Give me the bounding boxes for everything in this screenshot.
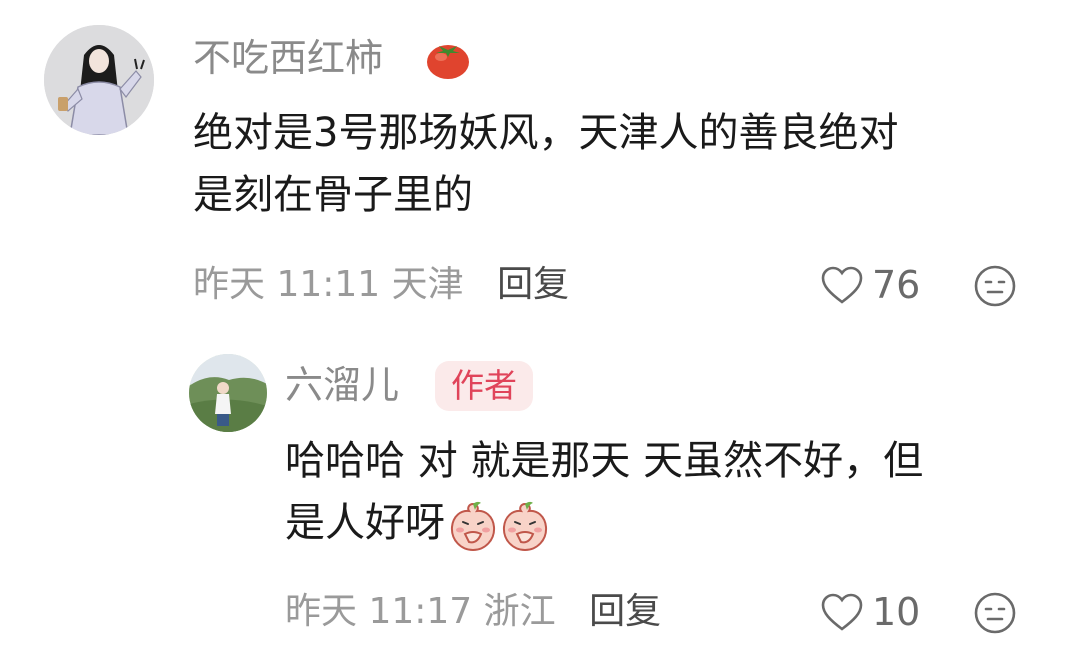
avatar-photo [189,354,267,432]
comment-text-line: 是人好呀 [285,492,1025,556]
like-count: 76 [872,263,921,307]
avatar[interactable] [189,354,267,432]
comment-meta: 昨天 11:11 天津 回复 [193,262,569,308]
avatar-girl-illustration [44,25,154,135]
username-text: 六溜儿 [285,363,400,407]
comment-text: 哈哈哈 对 就是那天 天虽然不好，但 是人好呀 [285,430,1025,556]
comment-text-line: 哈哈哈 对 就是那天 天虽然不好，但 [285,438,924,484]
heart-icon [821,266,863,304]
reply-button[interactable]: 回复 [589,591,661,632]
comment-item: 六溜儿 作者 哈哈哈 对 就是那天 天虽然不好，但 是人好呀 昨天 11:17 … [0,340,1080,647]
comment-text-fragment: 是人好呀 [285,500,445,546]
avatar[interactable] [44,25,154,135]
username-text: 不吃西红柿 [193,36,384,80]
tomato-icon [427,45,469,79]
peach-cover-mouth-emoji [450,501,496,552]
like-button[interactable]: 10 [820,589,920,635]
peach-cover-mouth-emoji [502,501,548,552]
author-badge: 作者 [435,361,533,411]
comment-text: 绝对是3号那场妖风，天津人的善良绝对 是刻在骨子里的 [193,102,1023,226]
username[interactable]: 不吃西红柿 [193,35,383,81]
comment-time: 昨天 11:11 [193,264,381,305]
comment-text-line: 是刻在骨子里的 [193,172,473,218]
username[interactable]: 六溜儿 [285,362,399,408]
dislike-face-icon[interactable] [973,264,1017,308]
like-count: 10 [872,590,921,634]
comment-meta: 昨天 11:17 浙江 回复 [285,589,661,635]
comment-time: 昨天 11:17 [285,591,473,632]
like-button[interactable]: 76 [820,262,920,308]
emoji-group [447,494,551,556]
comment-text-line: 绝对是3号那场妖风，天津人的善良绝对 [193,110,899,156]
heart-icon [821,593,863,631]
comment-item: 不吃西红柿 绝对是3号那场妖风，天津人的善良绝对 是刻在骨子里的 昨天 11:1… [0,0,1080,340]
comment-location: 浙江 [483,591,556,632]
dislike-face-icon[interactable] [973,591,1017,635]
reply-button[interactable]: 回复 [497,264,569,305]
comment-location: 天津 [391,264,464,305]
